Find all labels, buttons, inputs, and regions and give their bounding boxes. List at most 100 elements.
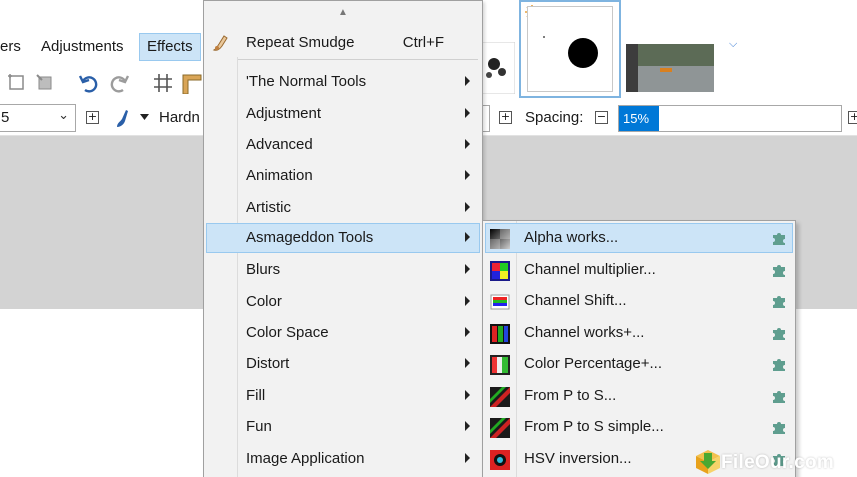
submenu-item-channel-works[interactable]: Channel works+... — [485, 318, 793, 348]
menu-item-label: Artistic — [246, 199, 291, 216]
submenu-item-channel-multiplier[interactable]: Channel multiplier... — [485, 255, 793, 285]
menu-item-animation[interactable]: Animation — [206, 161, 480, 191]
channel-shift-icon — [490, 294, 510, 310]
from-p-to-s-simple-icon — [490, 418, 510, 438]
submenu-arrow-icon — [465, 139, 470, 149]
plugin-puzzle-icon — [773, 391, 785, 403]
spacing-increase-button[interactable]: + — [848, 111, 857, 124]
menu-item-repeat-label: Repeat Smudge — [246, 34, 355, 51]
submenu-arrow-icon — [465, 327, 470, 337]
submenu-item-color-percentage[interactable]: Color Percentage+... — [485, 349, 793, 379]
menu-item-artistic[interactable]: Artistic — [206, 193, 480, 223]
submenu-arrow-icon — [465, 108, 470, 118]
thumbnail-canvas — [527, 6, 613, 92]
thumbnail-active-image[interactable] — [519, 0, 621, 98]
menu-item-fill[interactable]: Fill — [206, 381, 480, 411]
thumbnails-dropdown-icon[interactable]: ⌵ — [729, 38, 737, 51]
menu-item-label: Fill — [246, 387, 266, 404]
menu-item-label: Animation — [246, 167, 313, 184]
submenu-arrow-icon — [465, 202, 470, 212]
submenu-item-label: HSV inversion... — [524, 450, 632, 467]
submenu-item-label: Channel multiplier... — [524, 261, 656, 278]
plugin-puzzle-icon — [773, 296, 785, 308]
undo-icon[interactable] — [78, 72, 100, 94]
plugin-puzzle-icon — [773, 265, 785, 277]
menu-item-label: Distort — [246, 355, 290, 372]
redo-icon[interactable] — [108, 72, 130, 94]
thumbnail-photo[interactable] — [626, 44, 714, 92]
menu-item-fun[interactable]: Fun — [206, 412, 480, 442]
menu-item-label: Adjustment — [246, 105, 322, 122]
black-circle-shape — [543, 36, 598, 68]
watermark: FileOur.com — [693, 446, 853, 476]
asmageddon-tools-submenu: Alpha works... Channel multiplier... Cha… — [482, 220, 796, 477]
submenu-arrow-icon — [465, 232, 470, 242]
submenu-item-from-p-to-s[interactable]: From P to S... — [485, 381, 793, 411]
menu-item-adjustment[interactable]: Adjustment — [206, 99, 480, 129]
submenu-arrow-icon — [465, 453, 470, 463]
menu-adjustments[interactable]: Adjustments — [37, 33, 128, 61]
crop-selection-icon[interactable] — [6, 72, 28, 94]
channel-multiplier-icon — [490, 261, 510, 281]
submenu-item-label: Channel Shift... — [524, 292, 627, 309]
fileour-logo-icon — [696, 450, 720, 474]
submenu-item-label: From P to S... — [524, 387, 617, 404]
menu-item-label: Blurs — [246, 261, 281, 278]
watermark-text: FileOur.com — [721, 452, 835, 473]
thumbnail-brush-splatter[interactable] — [480, 42, 515, 94]
hardness-label: Hardn — [159, 109, 200, 126]
alpha-works-icon — [490, 229, 510, 249]
submenu-item-label: Alpha works... — [524, 229, 619, 246]
spacing-value: 15% — [619, 106, 659, 131]
dropdown-arrow-icon[interactable] — [140, 114, 149, 120]
submenu-item-from-p-to-s-simple[interactable]: From P to S simple... — [485, 412, 793, 442]
smudge-icon — [212, 35, 228, 51]
photo-content — [626, 44, 714, 92]
submenu-item-channel-shift[interactable]: Channel Shift... — [485, 286, 793, 316]
menu-item-repeat-shortcut: Ctrl+F — [402, 34, 444, 51]
size-increase-button[interactable]: + — [86, 111, 99, 124]
spacing-label: Spacing: — [525, 109, 584, 126]
menu-item-image-application[interactable]: Image Application — [206, 444, 480, 474]
spacing-decrease-button[interactable]: − — [595, 111, 608, 124]
brush-size-combo[interactable]: 5 ⌄ — [0, 104, 76, 132]
menu-item-label: 'The Normal Tools — [246, 73, 367, 90]
menu-item-asmageddon-tools[interactable]: Asmageddon Tools — [206, 223, 480, 253]
submenu-arrow-icon — [465, 170, 470, 180]
menu-item-label: Color Space — [246, 324, 329, 341]
effects-menu: ▲ Repeat Smudge Ctrl+F 'The Normal Tools… — [203, 0, 483, 477]
hardness-increase-button[interactable]: + — [499, 111, 512, 124]
menu-item-advanced[interactable]: Advanced — [206, 130, 480, 160]
submenu-arrow-icon — [465, 421, 470, 431]
plugin-puzzle-icon — [773, 233, 785, 245]
menu-item-color[interactable]: Color — [206, 287, 480, 317]
color-percentage-icon — [490, 355, 510, 375]
submenu-item-alpha-works[interactable]: Alpha works... — [485, 223, 793, 253]
menu-effects[interactable]: Effects — [139, 33, 201, 61]
menu-item-label: Advanced — [246, 136, 313, 153]
submenu-item-label: Channel works+... — [524, 324, 645, 341]
grid-icon[interactable] — [152, 72, 174, 94]
menu-item-distort[interactable]: Distort — [206, 349, 480, 379]
menu-item-blurs[interactable]: Blurs — [206, 255, 480, 285]
menu-item-color-space[interactable]: Color Space — [206, 318, 480, 348]
plugin-puzzle-icon — [773, 328, 785, 340]
menu-item-label: Fun — [246, 418, 272, 435]
brush-icon[interactable] — [113, 107, 133, 129]
chevron-down-icon[interactable]: ⌄ — [58, 107, 69, 123]
submenu-arrow-icon — [465, 264, 470, 274]
rulers-icon[interactable] — [180, 72, 202, 94]
submenu-item-label: From P to S simple... — [524, 418, 664, 435]
plugin-puzzle-icon — [773, 359, 785, 371]
from-p-to-s-icon — [490, 387, 510, 407]
menu-scroll-up-icon[interactable]: ▲ — [204, 3, 482, 23]
submenu-arrow-icon — [465, 296, 470, 306]
hsv-inversion-icon — [490, 450, 510, 470]
menu-layers[interactable]: ers — [0, 33, 25, 61]
menu-item-the-normal-tools[interactable]: 'The Normal Tools — [206, 67, 480, 97]
spacing-input[interactable]: 15% — [618, 105, 842, 132]
menu-item-repeat[interactable]: Repeat Smudge Ctrl+F — [206, 28, 480, 58]
menu-item-label: Color — [246, 293, 282, 310]
menu-item-label: Image Application — [246, 450, 365, 467]
deselect-icon[interactable] — [34, 72, 56, 94]
